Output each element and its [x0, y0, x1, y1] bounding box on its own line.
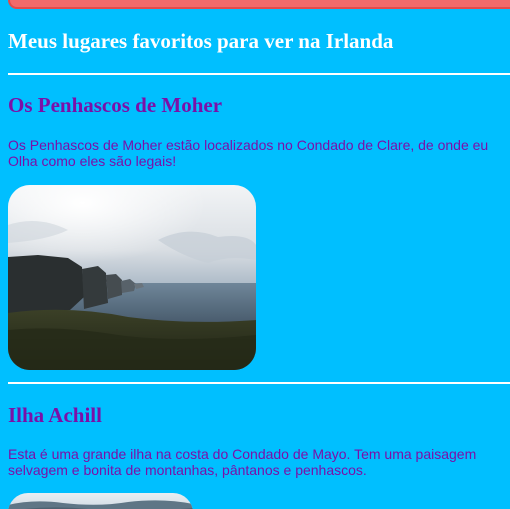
section-text-cliffs: Os Penhascos de Moher estão localizados …	[8, 137, 510, 169]
text-line: Esta é uma grande ilha na costa do Conda…	[8, 446, 477, 462]
text-line: Os Penhascos de Moher estão localizados …	[8, 137, 489, 153]
page-title: Meus lugares favoritos para ver na Irlan…	[8, 29, 394, 53]
section-divider	[8, 382, 510, 384]
top-banner	[8, 0, 510, 9]
section-heading-cliffs: Os Penhascos de Moher	[8, 93, 223, 117]
text-line: Olha como eles são legais!	[8, 153, 177, 169]
section-text-achill: Esta é uma grande ilha na costa do Conda…	[8, 446, 510, 478]
text-line: selvagem e bonita de montanhas, pântanos…	[8, 462, 367, 478]
cliffs-photo	[8, 185, 256, 370]
island-photo	[8, 493, 193, 509]
section-divider	[8, 73, 510, 75]
section-heading-achill: Ilha Achill	[8, 403, 102, 427]
